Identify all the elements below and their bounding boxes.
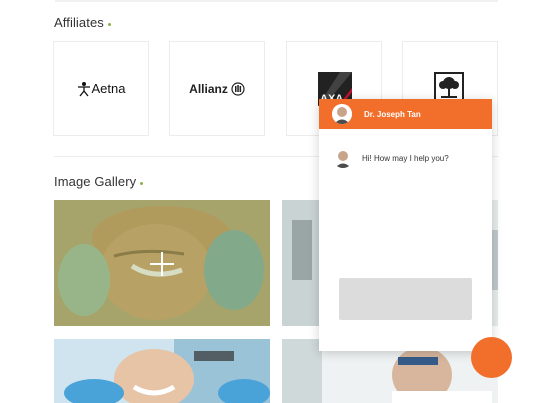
title-dot [140,182,144,185]
chat-widget: Dr. Joseph Tan Hi! How may I help you? [319,99,492,351]
gallery-image-3[interactable] [54,339,270,403]
dental-checkup-image [54,339,270,403]
allianz-logo-icon: Allianz [189,82,245,96]
affiliates-title-text: Affiliates [54,15,104,30]
chat-message: Hi! How may I help you? [333,148,449,168]
title-dot [107,23,111,26]
message-text: Hi! How may I help you? [362,153,449,163]
affiliates-title: Affiliates [54,15,111,30]
affiliate-card-aetna[interactable]: Aetna [53,41,149,136]
gallery-title-text: Image Gallery [54,174,137,189]
agent-avatar-icon [333,148,353,168]
top-divider [55,0,498,2]
aetna-figure-icon [77,81,90,96]
aetna-logo-text: Aetna [91,81,126,96]
allianz-logo-text: Allianz [189,81,228,96]
agent-avatar-icon [332,104,352,124]
affiliate-card-allianz[interactable]: Allianz [169,41,265,136]
chat-header: Dr. Joseph Tan [319,99,492,129]
gallery-image-1[interactable] [54,200,270,326]
aetna-logo-icon: Aetna [77,81,126,97]
zoom-plus-icon[interactable] [150,252,174,276]
agent-name: Dr. Joseph Tan [364,109,421,119]
chat-toggle-button[interactable] [471,337,512,378]
chat-input[interactable] [339,278,472,320]
tree-logo-icon [434,72,464,102]
agent-avatar [332,104,352,124]
allianz-eagle-icon [231,81,245,96]
message-avatar [333,148,353,168]
gallery-title: Image Gallery [54,174,144,189]
